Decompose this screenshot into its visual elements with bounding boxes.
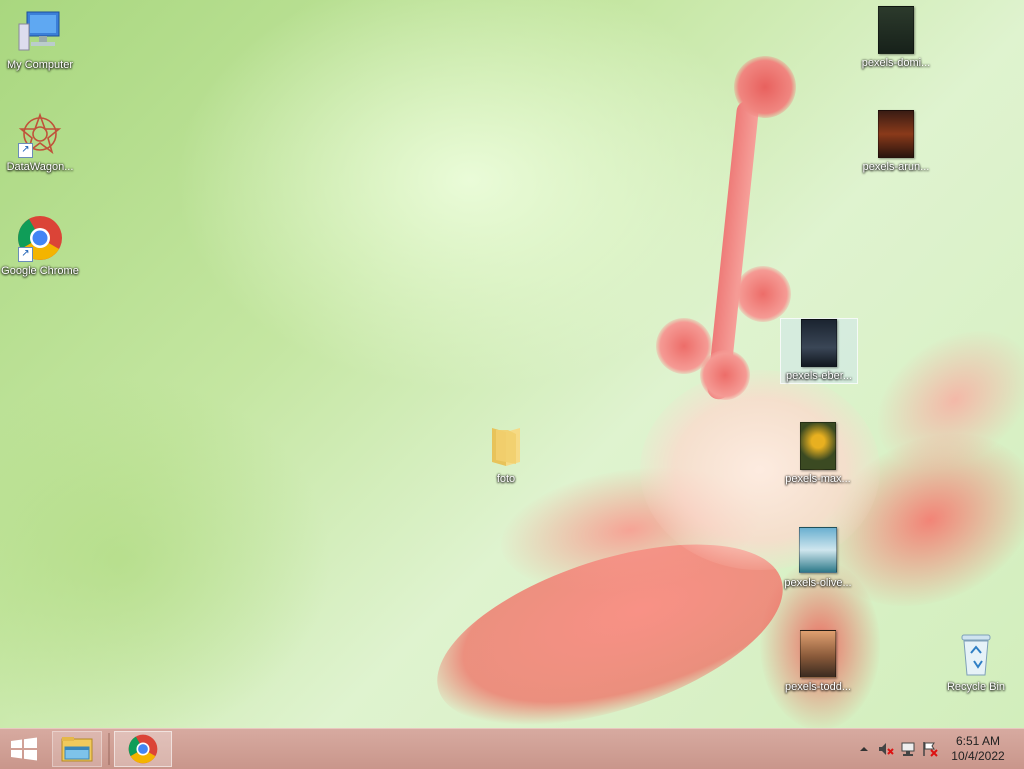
computer-icon (16, 8, 64, 56)
desktop-icon-pexels-olive[interactable]: pexels-olive... (778, 526, 858, 590)
clock-time: 6:51 AM (955, 734, 1001, 748)
desktop-icon-pexels-max[interactable]: pexels-max... (778, 422, 858, 486)
shortcut-arrow-icon: ↗ (18, 143, 33, 158)
taskbar: 6:51 AM 10/4/2022 (0, 728, 1024, 769)
taskbar-separator (108, 733, 110, 765)
image-thumbnail-icon (799, 527, 837, 573)
desktop-icon-pexels-domi[interactable]: pexels-domi... (856, 6, 936, 70)
shortcut-arrow-icon: ↗ (18, 247, 33, 262)
file-explorer-icon (61, 737, 93, 762)
desktop-icon-pexels-todd[interactable]: pexels-todd... (778, 630, 858, 694)
recycle-bin-icon (952, 630, 1000, 678)
image-thumbnail-icon (878, 110, 914, 158)
desktop-icon-datawagon[interactable]: ↗ DataWagon... (0, 110, 80, 174)
desktop-icon-pexels-arun[interactable]: pexels-arun... (856, 110, 936, 174)
image-thumbnail-icon (801, 319, 837, 367)
folder-icon (482, 422, 530, 470)
system-tray: 6:51 AM 10/4/2022 (844, 729, 1024, 769)
desktop-icon-recycle-bin[interactable]: Recycle Bin (936, 630, 1016, 694)
volume-muted-icon[interactable] (878, 741, 894, 757)
windows-logo-icon (11, 737, 37, 761)
taskbar-clock[interactable]: 6:51 AM 10/4/2022 (946, 734, 1010, 764)
chrome-icon: ↗ (16, 214, 64, 262)
clock-date: 10/4/2022 (951, 749, 1005, 763)
desktop-icon-my-computer[interactable]: My Computer (0, 8, 80, 72)
start-button[interactable] (0, 731, 48, 767)
network-disconnected-icon[interactable] (900, 741, 916, 757)
desktop-icon-foto-folder[interactable]: foto (466, 422, 546, 486)
image-thumbnail-icon (800, 422, 836, 470)
chrome-icon (128, 734, 158, 764)
desktop-icon-pexels-eber[interactable]: pexels-eber... (780, 318, 858, 384)
taskbar-chrome-button[interactable] (114, 731, 172, 767)
desktop-icon-google-chrome[interactable]: ↗ Google Chrome (0, 214, 80, 278)
datawagon-icon: ↗ (16, 110, 64, 158)
show-hidden-icons-chevron-up-icon[interactable] (856, 741, 872, 757)
taskbar-file-explorer-button[interactable] (52, 731, 102, 767)
image-thumbnail-icon (878, 6, 914, 54)
desktop[interactable]: My Computer ↗ DataWagon... ↗ Google Chro… (0, 0, 1024, 728)
action-center-flag-icon[interactable] (922, 741, 938, 757)
image-thumbnail-icon (800, 630, 836, 678)
